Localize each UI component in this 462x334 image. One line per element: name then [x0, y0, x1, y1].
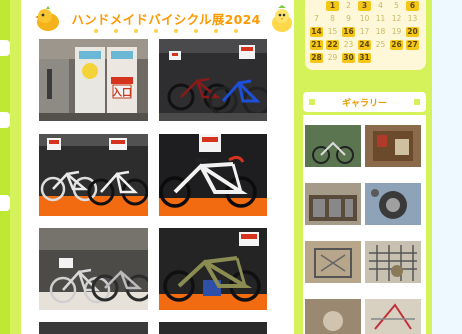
photo-partial[interactable]	[159, 322, 267, 334]
calendar-day[interactable]: 21	[310, 40, 323, 50]
left-edge-tab[interactable]	[0, 112, 10, 128]
mascot-chick-icon	[272, 5, 292, 32]
gallery-thumbnail[interactable]	[305, 125, 361, 167]
gallery-thumbnail[interactable]	[365, 299, 421, 334]
calendar-day	[310, 1, 323, 11]
calendar-day: 5	[394, 1, 399, 10]
calendar-day[interactable]: 3	[358, 1, 371, 11]
calendar-day[interactable]: 20	[406, 27, 419, 37]
calendar-day: 11	[375, 14, 386, 23]
gallery-grid	[303, 115, 426, 334]
calendar-day[interactable]: 22	[326, 40, 339, 50]
gallery-thumbnail[interactable]	[365, 125, 421, 167]
calendar-day: 29	[327, 53, 338, 62]
photo-bikes-display-2[interactable]	[39, 134, 148, 216]
gallery-thumbnail[interactable]	[365, 183, 421, 225]
calendar-day[interactable]: 30	[342, 53, 355, 63]
gallery-header: ギャラリー	[303, 92, 426, 112]
photo-green-bike[interactable]	[159, 228, 267, 310]
entrance-sign-text: 入口	[112, 87, 132, 99]
calendar-day[interactable]: 1	[326, 1, 339, 11]
title-underline-dots	[94, 29, 238, 33]
calendar-day: 23	[343, 40, 354, 49]
article-card: ハンドメイドバイシクル展2024 入口	[21, 0, 294, 334]
photo-partial[interactable]	[39, 322, 148, 334]
calendar-day: 7	[314, 14, 319, 23]
calendar-day[interactable]: 24	[358, 40, 371, 50]
calendar-day[interactable]: 14	[310, 27, 323, 37]
mascot-bird-icon	[35, 6, 59, 31]
article-header: ハンドメイドバイシクル展2024	[21, 0, 294, 40]
calendar-day: 17	[359, 27, 370, 36]
left-edge-tab[interactable]	[0, 195, 10, 211]
calendar-day: 13	[407, 14, 418, 23]
calendar-day: 9	[346, 14, 351, 23]
calendar-day[interactable]: 28	[310, 53, 323, 63]
calendar-day: 8	[330, 14, 335, 23]
calendar-day: 2	[346, 1, 351, 10]
right-edge-panel	[432, 0, 462, 334]
calendar-day[interactable]: 26	[390, 40, 403, 50]
gallery-thumbnail[interactable]	[305, 299, 361, 334]
calendar-day[interactable]: 27	[406, 40, 419, 50]
gallery-title: ギャラリー	[341, 99, 387, 109]
calendar-day[interactable]: 31	[358, 53, 371, 63]
calendar-widget: 1 2 3 4 5 6 7 8 9 10 11 12 13 14 15 16 1…	[305, 0, 426, 70]
left-edge-tab[interactable]	[0, 40, 10, 56]
photo-bikes-display-3[interactable]	[39, 228, 148, 310]
calendar-day[interactable]: 6	[406, 1, 419, 11]
calendar-day: 15	[327, 27, 338, 36]
calendar-day: 19	[391, 27, 402, 36]
photo-road-bike[interactable]	[159, 134, 267, 216]
calendar-day: 12	[391, 14, 402, 23]
photo-bikes-display-1[interactable]	[159, 39, 267, 121]
square-icon	[414, 99, 420, 105]
gallery-thumbnail[interactable]	[305, 241, 361, 283]
photo-entrance[interactable]: 入口	[39, 39, 148, 121]
calendar-day[interactable]: 16	[342, 27, 355, 37]
article-title: ハンドメイドバイシクル展2024	[71, 12, 261, 27]
calendar-day: 18	[375, 27, 386, 36]
gallery-thumbnail[interactable]	[365, 241, 421, 283]
calendar-day: 10	[359, 14, 370, 23]
calendar-day: 25	[375, 40, 386, 49]
gallery-thumbnail[interactable]	[305, 183, 361, 225]
calendar-day: 4	[378, 1, 383, 10]
